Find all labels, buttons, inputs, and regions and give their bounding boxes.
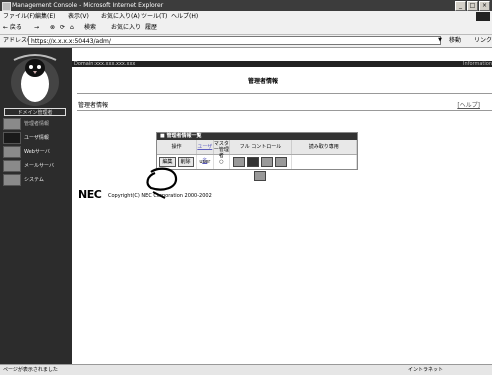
sidebar-item-label: Webサーバ xyxy=(24,149,50,155)
user-perm-icon xyxy=(247,156,260,167)
web-server-icon xyxy=(3,146,21,158)
mail-perm-icon xyxy=(275,156,288,167)
stop-icon[interactable]: ⊗ xyxy=(50,23,55,33)
main-content: Domain:xxx.xxx.xxx.xxx Information 管理者情報… xyxy=(72,48,492,364)
col-header-master: マスター管理者 xyxy=(213,140,231,159)
menu-help[interactable]: ヘルプ(H) xyxy=(171,11,198,22)
table-header-row: 操作 ユーザ名 マスター管理者 フル コントロール 読み取り専用 xyxy=(157,140,357,164)
sidebar-item-label: システム xyxy=(24,177,44,183)
information-tag: Information xyxy=(463,61,492,67)
admin-perm-icon xyxy=(233,156,246,167)
search-button[interactable]: 検索 xyxy=(84,23,96,33)
sidebar-item-web-server[interactable]: Webサーバ xyxy=(3,146,69,159)
toolbar: ← 戻る → ⊗ ⟳ ⌂ 検索 お気に入り 履歴 xyxy=(0,22,492,35)
system-icon xyxy=(3,174,21,186)
status-bar: ページが表示されました イントラネット xyxy=(0,364,492,375)
favorites-button[interactable]: お気に入り xyxy=(111,23,141,33)
user-info-icon xyxy=(3,132,21,144)
menu-favorites[interactable]: お気に入り(A) xyxy=(101,11,140,22)
sidebar-item-user-info[interactable]: ユーザ情報 xyxy=(3,132,69,145)
links-button[interactable]: リンク xyxy=(474,35,492,47)
close-button[interactable]: × xyxy=(479,1,490,11)
sidebar-item-mail-server[interactable]: メールサーバ xyxy=(3,160,69,173)
username-cell: user xyxy=(197,155,214,169)
divider xyxy=(77,110,492,111)
home-icon[interactable]: ⌂ xyxy=(70,23,74,33)
sidebar-item-label: ユーザ情報 xyxy=(24,135,49,141)
minimize-button[interactable]: _ xyxy=(455,1,466,11)
sidebar-item-label: メールサーバ xyxy=(24,163,54,169)
refresh-icon[interactable]: ⟳ xyxy=(60,23,65,33)
admin-info-icon xyxy=(3,118,21,130)
table-caption: ■ 管理者情報一覧 xyxy=(157,133,357,140)
web-perm-icon xyxy=(261,156,274,167)
menu-tools[interactable]: ツール(T) xyxy=(141,11,167,22)
address-dropdown-icon[interactable]: ▼ xyxy=(437,37,443,44)
col-header-operation: 操作 xyxy=(157,140,197,154)
delete-button[interactable]: 削除 xyxy=(177,156,194,167)
mail-server-icon xyxy=(3,160,21,172)
sidebar-item-system[interactable]: システム xyxy=(3,174,69,187)
ie-app-icon xyxy=(2,2,11,11)
admin-list-table: ■ 管理者情報一覧 操作 ユーザ名 マスター管理者 フル コントロール 読み取り… xyxy=(156,132,358,181)
windows-logo-icon xyxy=(476,12,490,21)
window-title-bar: Management Console - Microsoft Internet … xyxy=(0,0,492,11)
sidebar: ドメイン管理者 管理者情報 ユーザ情報 Webサーバ メールサーバ システム xyxy=(0,48,72,364)
table-row: 編集 削除 user ○ xyxy=(157,155,357,181)
master-admin-cell: ○ xyxy=(214,155,231,169)
history-button[interactable]: 履歴 xyxy=(145,23,157,33)
menu-view[interactable]: 表示(V) xyxy=(68,11,89,22)
divider xyxy=(77,93,492,94)
address-bar: アドレス(D) https://x.x.x.x:50443/adm/ ▼ 移動 … xyxy=(0,35,492,48)
menu-file[interactable]: ファイル(F) xyxy=(3,11,35,22)
section-title: 管理者情報 xyxy=(78,102,109,109)
copyright-text: Copyright(C) NEC Corporation 2000-2002 xyxy=(108,193,212,199)
read-only-cell xyxy=(292,155,357,169)
system-perm-icon xyxy=(254,170,267,181)
menu-edit[interactable]: 編集(E) xyxy=(35,11,55,22)
maximize-button[interactable]: □ xyxy=(467,1,478,11)
back-button[interactable]: ← 戻る xyxy=(3,23,22,33)
col-header-read-only: 読み取り専用 xyxy=(292,140,357,154)
forward-button[interactable]: → xyxy=(34,23,39,33)
sidebar-item-admin-info[interactable]: 管理者情報 xyxy=(3,118,69,131)
full-control-cell xyxy=(230,155,292,181)
penguin-mascot-icon xyxy=(11,54,59,106)
go-button[interactable]: 移動 xyxy=(449,35,461,47)
window-title: Management Console - Microsoft Internet … xyxy=(12,2,164,9)
help-link[interactable]: [ヘルプ] xyxy=(457,100,480,109)
sidebar-menu-head: ドメイン管理者 xyxy=(4,108,66,116)
edit-button[interactable]: 編集 xyxy=(159,156,176,167)
col-header-full-control: フル コントロール xyxy=(230,140,292,154)
sidebar-item-label: 管理者情報 xyxy=(24,121,50,127)
nec-logo: NEC xyxy=(78,188,102,201)
operation-cell: 編集 削除 xyxy=(157,155,197,169)
address-input[interactable]: https://x.x.x.x:50443/adm/ xyxy=(28,36,441,45)
col-header-username[interactable]: ユーザ名 xyxy=(197,140,214,164)
page-title: 管理者情報 xyxy=(248,78,279,85)
domain-label: Domain:xxx.xxx.xxx.xxx xyxy=(74,61,136,67)
